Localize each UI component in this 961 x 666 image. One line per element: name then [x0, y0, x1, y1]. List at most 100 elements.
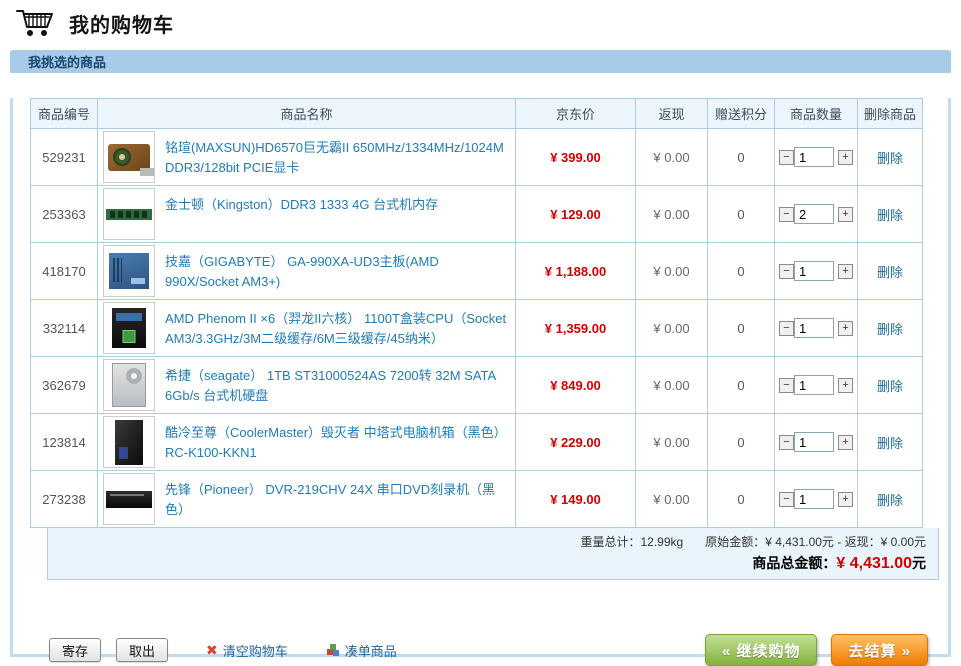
increase-quantity-button[interactable]: + [838, 207, 853, 222]
header-quantity: 商品数量 [775, 99, 858, 129]
grand-total-value: ¥ 4,431.00 [836, 555, 912, 572]
quantity-input[interactable] [794, 261, 834, 281]
delete-cell: 删除 [858, 414, 923, 471]
table-row: 418170 技嘉（GIGABYTE） GA-990XA-UD3主板(AMD 9… [31, 243, 923, 300]
product-thumbnail[interactable] [103, 359, 155, 411]
cashback-cell: ¥ 0.00 [636, 300, 708, 357]
decrease-quantity-button[interactable]: − [779, 492, 794, 507]
cart-panel: 商品编号 商品名称 京东价 返现 赠送积分 商品数量 删除商品 529231 铭… [10, 98, 951, 657]
delete-link[interactable]: 删除 [877, 493, 903, 508]
table-row: 362679 希捷（seagate） 1TB ST31000524AS 7200… [31, 357, 923, 414]
quantity-cell: −+ [775, 414, 858, 471]
header-product-id: 商品编号 [31, 99, 98, 129]
quantity-input[interactable] [794, 318, 834, 338]
cashback-cell: ¥ 0.00 [636, 357, 708, 414]
jd-price-cell: ¥ 149.00 [516, 471, 636, 528]
product-name-link[interactable]: 铭瑄(MAXSUN)HD6570巨无霸II 650MHz/1334MHz/102… [165, 131, 511, 178]
delete-cell: 删除 [858, 471, 923, 528]
product-image [106, 209, 152, 220]
cashback-cell: ¥ 0.00 [636, 414, 708, 471]
product-thumbnail[interactable] [103, 245, 155, 297]
increase-quantity-button[interactable]: + [838, 150, 853, 165]
product-name-cell: AMD Phenom II ×6（羿龙II六核） 1100T盒装CPU（Sock… [98, 300, 516, 357]
product-name-link[interactable]: 先锋（Pioneer） DVR-219CHV 24X 串口DVD刻录机（黑色） [165, 473, 511, 520]
grand-total-suffix: 元 [912, 555, 926, 571]
increase-quantity-button[interactable]: + [838, 264, 853, 279]
red-x-icon: ✖ [206, 642, 218, 659]
gift-points-cell: 0 [708, 243, 775, 300]
cashback-total-label: 返现： [845, 535, 881, 549]
product-name-link[interactable]: AMD Phenom II ×6（羿龙II六核） 1100T盒装CPU（Sock… [165, 302, 511, 349]
cashback-cell: ¥ 0.00 [636, 243, 708, 300]
delete-link[interactable]: 删除 [877, 208, 903, 223]
increase-quantity-button[interactable]: + [838, 378, 853, 393]
table-row: 273238 先锋（Pioneer） DVR-219CHV 24X 串口DVD刻… [31, 471, 923, 528]
increase-quantity-button[interactable]: + [838, 435, 853, 450]
product-name-cell: 金士顿（Kingston）DDR3 1333 4G 台式机内存 [98, 186, 516, 243]
product-image [106, 491, 152, 508]
quantity-input[interactable] [794, 432, 834, 452]
clear-cart-link[interactable]: ✖ 清空购物车 [206, 641, 288, 660]
continue-shopping-button[interactable]: « 继续购物 [705, 634, 818, 666]
table-row: 123814 酷冷至尊（CoolerMaster）毁灭者 中塔式电脑机箱（黑色）… [31, 414, 923, 471]
decrease-quantity-button[interactable]: − [779, 207, 794, 222]
product-id-cell: 253363 [31, 186, 98, 243]
product-image [112, 308, 146, 348]
addon-items-link[interactable]: 凑单商品 [326, 641, 397, 660]
product-thumbnail[interactable] [103, 188, 155, 240]
product-thumbnail[interactable] [103, 302, 155, 354]
delete-link[interactable]: 删除 [877, 379, 903, 394]
cart-summary: 重量总计：12.99kg原始金额：¥ 4,431.00元 - 返现：¥ 0.00… [47, 528, 939, 580]
save-for-later-button[interactable]: 寄存 [49, 638, 101, 662]
cashback-total-value: ¥ 0.00元 [881, 535, 926, 549]
table-row: 332114 AMD Phenom II ×6（羿龙II六核） 1100T盒装C… [31, 300, 923, 357]
cashback-cell: ¥ 0.00 [636, 129, 708, 186]
product-name-link[interactable]: 技嘉（GIGABYTE） GA-990XA-UD3主板(AMD 990X/Soc… [165, 245, 511, 292]
product-thumbnail[interactable] [103, 131, 155, 183]
page-title: 我的购物车 [69, 9, 174, 38]
quantity-input[interactable] [794, 375, 834, 395]
clear-cart-label: 清空购物车 [223, 641, 288, 660]
decrease-quantity-button[interactable]: − [779, 150, 794, 165]
quantity-input[interactable] [794, 147, 834, 167]
quantity-input[interactable] [794, 489, 834, 509]
quantity-input[interactable] [794, 204, 834, 224]
take-out-button[interactable]: 取出 [116, 638, 168, 662]
weight-total-label: 重量总计： [580, 535, 640, 549]
decrease-quantity-button[interactable]: − [779, 378, 794, 393]
header-product-name: 商品名称 [98, 99, 516, 129]
product-name-cell: 技嘉（GIGABYTE） GA-990XA-UD3主板(AMD 990X/Soc… [98, 243, 516, 300]
header-cashback: 返现 [636, 99, 708, 129]
increase-quantity-button[interactable]: + [838, 321, 853, 336]
quantity-cell: −+ [775, 243, 858, 300]
product-id-cell: 123814 [31, 414, 98, 471]
actions-bar: 寄存 取出 ✖ 清空购物车 凑单商品 « 继续购物 去结算 » [13, 634, 948, 666]
decrease-quantity-button[interactable]: − [779, 321, 794, 336]
delete-link[interactable]: 删除 [877, 151, 903, 166]
decrease-quantity-button[interactable]: − [779, 264, 794, 279]
delete-cell: 删除 [858, 357, 923, 414]
original-amount-value: ¥ 4,431.00元 [765, 535, 834, 549]
product-image [108, 144, 150, 171]
product-name-link[interactable]: 金士顿（Kingston）DDR3 1333 4G 台式机内存 [165, 188, 438, 215]
product-name-link[interactable]: 希捷（seagate） 1TB ST31000524AS 7200转 32M S… [165, 359, 511, 406]
delete-link[interactable]: 删除 [877, 436, 903, 451]
product-name-link[interactable]: 酷冷至尊（CoolerMaster）毁灭者 中塔式电脑机箱（黑色）RC-K100… [165, 416, 511, 463]
summary-line-1: 重量总计：12.99kg原始金额：¥ 4,431.00元 - 返现：¥ 0.00… [48, 533, 926, 550]
checkout-button[interactable]: 去结算 » [831, 634, 928, 666]
delete-cell: 删除 [858, 186, 923, 243]
decrease-quantity-button[interactable]: − [779, 435, 794, 450]
jd-price-cell: ¥ 1,359.00 [516, 300, 636, 357]
jd-price-cell: ¥ 229.00 [516, 414, 636, 471]
header-delete: 删除商品 [858, 99, 923, 129]
product-thumbnail[interactable] [103, 473, 155, 525]
delete-link[interactable]: 删除 [877, 322, 903, 337]
product-id-cell: 362679 [31, 357, 98, 414]
addon-items-label: 凑单商品 [345, 641, 397, 660]
product-id-cell: 529231 [31, 129, 98, 186]
product-name-cell: 先锋（Pioneer） DVR-219CHV 24X 串口DVD刻录机（黑色） [98, 471, 516, 528]
product-thumbnail[interactable] [103, 416, 155, 468]
table-header-row: 商品编号 商品名称 京东价 返现 赠送积分 商品数量 删除商品 [31, 99, 923, 129]
delete-link[interactable]: 删除 [877, 265, 903, 280]
increase-quantity-button[interactable]: + [838, 492, 853, 507]
